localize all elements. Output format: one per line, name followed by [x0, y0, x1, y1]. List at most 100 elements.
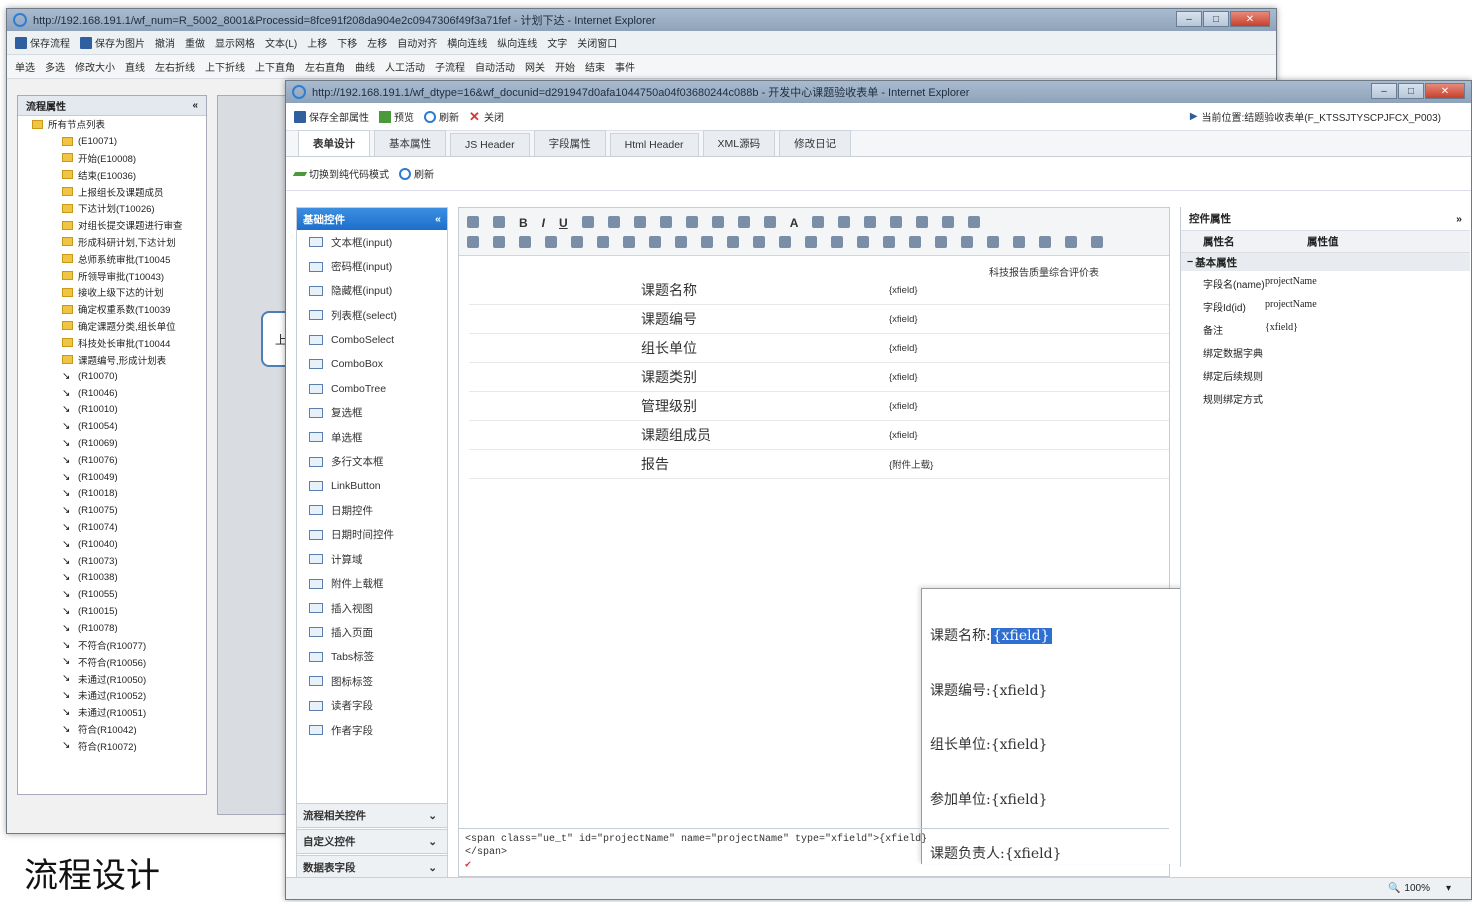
tree-node[interactable]: 开始(E10008) [18, 150, 206, 167]
form-row[interactable]: 管理级别 {xfield} [469, 392, 1169, 421]
tree-node[interactable]: ↘ (R10015) [18, 603, 206, 620]
curve-button[interactable]: 曲线 [355, 59, 375, 74]
tree-node[interactable]: ↘ (R10069) [18, 435, 206, 452]
tab-change-log[interactable]: 修改日记 [779, 130, 852, 156]
preview-field[interactable]: {xfield} [991, 737, 1048, 753]
text-color-icon[interactable]: A [790, 216, 799, 230]
table-icon[interactable] [701, 236, 713, 248]
format-painter-icon[interactable] [685, 216, 698, 228]
control-item[interactable]: 列表框(select) [297, 303, 447, 327]
tree-node[interactable]: ↘ (R10073) [18, 553, 206, 570]
tree-node[interactable]: ↘ (R10076) [18, 452, 206, 469]
show-grid-button[interactable]: 显示网格 [215, 35, 255, 50]
justify-icon[interactable] [545, 236, 557, 248]
preview-button[interactable]: 预览 [379, 109, 414, 124]
control-item[interactable]: 密码框(input) [297, 254, 447, 278]
prop-row[interactable]: 字段名(name) projectName [1181, 271, 1470, 294]
bold-icon[interactable]: B [519, 216, 528, 230]
tree-node[interactable]: ↘ (R10010) [18, 402, 206, 419]
close-window-button[interactable]: 关闭窗口 [577, 35, 617, 50]
clear-doc-icon[interactable] [916, 216, 929, 228]
prop-row[interactable]: 规则绑定方式 [1181, 386, 1470, 409]
form-row[interactable]: 报告 {附件上载} [469, 450, 1169, 479]
tab-basic-props[interactable]: 基本属性 [374, 130, 446, 156]
expand-icon[interactable]: » [1456, 213, 1462, 225]
vertical-line-button[interactable]: 纵向连线 [497, 35, 537, 50]
accordion-custom-controls[interactable]: 自定义控件 ⌄ [296, 829, 448, 854]
font-color-icon[interactable] [581, 216, 594, 228]
minimize-icon[interactable]: – [1176, 11, 1202, 27]
prop-value[interactable]: projectName [1265, 299, 1317, 310]
control-item[interactable]: 计算域 [297, 547, 447, 571]
align-left-icon[interactable] [467, 236, 479, 248]
prop-value[interactable]: {xfield} [1265, 322, 1298, 333]
form-field-value[interactable]: {xfield} [889, 343, 918, 354]
underline-icon[interactable]: U [559, 216, 568, 230]
undo-icon[interactable] [467, 216, 479, 228]
align-right-icon[interactable] [519, 236, 531, 248]
preview-field[interactable]: {xfield} [991, 792, 1048, 808]
refresh-button[interactable]: 刷新 [424, 109, 459, 124]
superscript-icon[interactable] [633, 216, 646, 228]
insert-row-icon[interactable] [727, 236, 739, 248]
emotion-icon[interactable] [909, 236, 921, 248]
map-icon[interactable] [987, 236, 999, 248]
close-icon[interactable]: ✕ [1230, 11, 1270, 27]
prop-row[interactable]: 备注 {xfield} [1181, 317, 1470, 340]
prop-row[interactable]: 绑定数据字典 [1181, 340, 1470, 363]
close-button[interactable]: ✕ 关闭 [469, 109, 504, 125]
zoom-level[interactable]: 100% [1404, 883, 1430, 894]
outdent-icon[interactable] [597, 236, 609, 248]
form-field-value[interactable]: {xfield} [889, 314, 918, 325]
form-row[interactable]: 组长单位 {xfield} [469, 334, 1169, 363]
save-image-button[interactable]: 保存为图片 [80, 35, 145, 50]
tree-node[interactable]: ↘ 未通过(R10052) [18, 687, 206, 704]
move-down-button[interactable]: 下移 [337, 35, 357, 50]
align-center-icon[interactable] [493, 236, 505, 248]
manual-activity-button[interactable]: 人工活动 [385, 59, 425, 74]
paste-text-icon[interactable] [763, 216, 776, 228]
redo-button[interactable]: 重做 [185, 35, 205, 50]
minimize-icon[interactable]: – [1371, 83, 1397, 99]
hr-icon[interactable] [935, 236, 947, 248]
control-item[interactable]: 日期时间控件 [297, 523, 447, 547]
control-item[interactable]: 插入视图 [297, 596, 447, 620]
tab-html-header[interactable]: Html Header [609, 133, 699, 156]
collapse-icon[interactable]: « [192, 100, 198, 111]
unlink-icon[interactable] [831, 236, 843, 248]
ud-right-angle-button[interactable]: 上下直角 [255, 59, 295, 74]
save-flow-button[interactable]: 保存流程 [15, 35, 70, 50]
lr-right-angle-button[interactable]: 左右直角 [305, 59, 345, 74]
maximize-icon[interactable]: □ [1398, 83, 1424, 99]
prop-value[interactable]: projectName [1265, 276, 1317, 287]
form-row[interactable]: 课题类别 {xfield} [469, 363, 1169, 392]
form-field-value[interactable]: {xfield} [889, 285, 918, 296]
italic-icon[interactable]: I [542, 216, 545, 230]
form-field-value[interactable]: {附件上载} [889, 457, 933, 471]
switch-code-mode-button[interactable]: 切换到纯代码模式 [292, 166, 389, 181]
single-select-button[interactable]: 单选 [15, 59, 35, 74]
end-button[interactable]: 结束 [585, 59, 605, 74]
straight-line-button[interactable]: 直线 [125, 59, 145, 74]
tree-node[interactable]: 确定权重系数(T10039 [18, 301, 206, 318]
tree-node[interactable]: ↘ (R10049) [18, 469, 206, 486]
tree-node[interactable]: ↘ (R10070) [18, 368, 206, 385]
tree-node[interactable]: 所领导审批(T10043) [18, 267, 206, 284]
gateway-button[interactable]: 网关 [525, 59, 545, 74]
tree-node[interactable]: 上报组长及课题成员 [18, 183, 206, 200]
text-button[interactable]: 文本(L) [265, 35, 297, 50]
control-item[interactable]: ComboBox [297, 352, 447, 376]
tree-node[interactable]: 接收上级下达的计划 [18, 284, 206, 301]
select-all-icon[interactable] [890, 216, 903, 228]
ordered-list-icon[interactable] [838, 216, 851, 228]
tree-node[interactable]: ↘ 符合(R10042) [18, 721, 206, 738]
close-icon[interactable]: ✕ [1425, 83, 1465, 99]
control-item[interactable]: Tabs标签 [297, 645, 447, 669]
control-item[interactable]: 附件上载框 [297, 571, 447, 595]
accordion-flow-controls[interactable]: 流程相关控件 ⌄ [296, 803, 448, 828]
tree-node[interactable]: ↘ (R10055) [18, 586, 206, 603]
tree-node[interactable]: 总师系统审批(T10045 [18, 250, 206, 267]
auto-align-button[interactable]: 自动对齐 [397, 35, 437, 50]
link-icon[interactable] [805, 236, 817, 248]
mode-refresh-button[interactable]: 刷新 [399, 166, 434, 181]
